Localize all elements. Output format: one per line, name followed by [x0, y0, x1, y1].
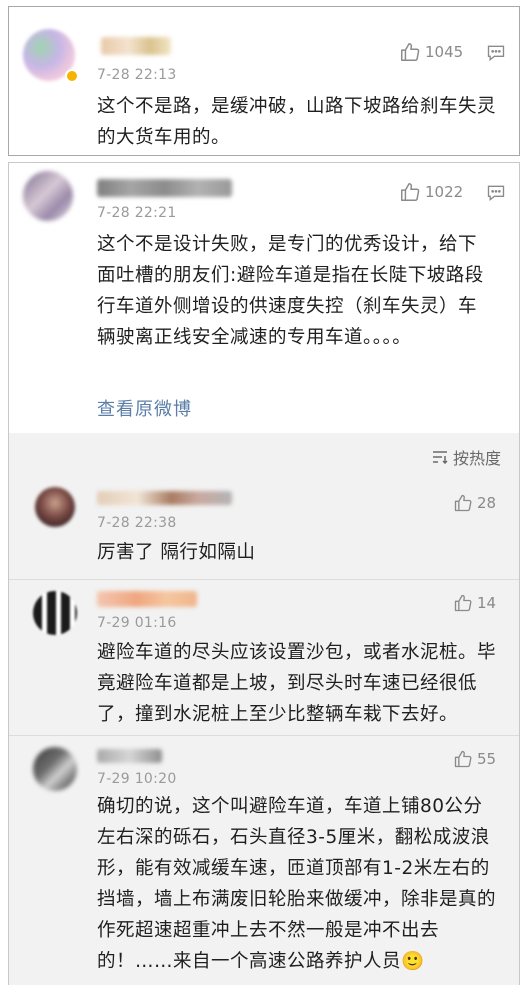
timestamp: 7-28 22:38: [97, 515, 177, 531]
sort-by-popularity[interactable]: 按热度: [432, 445, 501, 469]
thumbs-up-icon: [454, 494, 472, 512]
thumbs-up-icon: [401, 183, 420, 201]
comment-card-1: 7-28 22:13 1045 这个不是路，是缓冲破，山路下坡路给刹车失灵的大货…: [8, 6, 520, 156]
avatar[interactable]: [35, 487, 75, 527]
username-blurred[interactable]: [97, 179, 232, 197]
like-count: 55: [477, 750, 497, 768]
like-count: 14: [477, 594, 497, 612]
thumbs-up-icon: [401, 43, 420, 61]
avatar[interactable]: [33, 591, 77, 635]
reply-text: 避险车道的尽头应该设置沙包，或者水泥桩。毕竟避险车道都是上坡，到尽头时车速已经很…: [97, 642, 497, 725]
reply-icon[interactable]: [486, 43, 506, 63]
reply-icon[interactable]: [486, 183, 506, 203]
like-button[interactable]: 55: [453, 749, 496, 769]
comment-card-2: 7-28 22:21 1022 这个不是设计失败，是专门的优秀设计，给下面吐槽的…: [8, 162, 520, 985]
username-blurred[interactable]: [97, 491, 232, 505]
replies-section: 按热度 7-28 22:38 28 厉害了 隔行如隔山 7-29 01:16 1…: [9, 433, 519, 985]
username-blurred[interactable]: [101, 37, 171, 55]
thumbs-up-icon: [454, 750, 472, 768]
timestamp: 7-28 22:21: [97, 205, 177, 221]
sort-label: 按热度: [452, 449, 501, 468]
avatar[interactable]: [33, 747, 77, 791]
view-original-link[interactable]: 查看原微博: [97, 395, 192, 421]
like-button[interactable]: 14: [453, 593, 496, 613]
like-count: 28: [477, 494, 497, 512]
like-button[interactable]: 28: [453, 493, 496, 513]
like-button[interactable]: 1022: [399, 181, 463, 203]
like-count: 1022: [425, 183, 464, 201]
verified-badge: [65, 69, 79, 83]
thumbs-up-icon: [454, 594, 472, 612]
like-count: 1045: [425, 43, 464, 61]
divider: [9, 735, 519, 736]
timestamp: 7-28 22:13: [97, 67, 177, 83]
reply-text: 厉害了 隔行如隔山: [97, 542, 256, 563]
divider: [9, 579, 519, 580]
avatar[interactable]: [23, 171, 73, 221]
comment-text: 这个不是路，是缓冲破，山路下坡路给刹车失灵的大货车用的。: [97, 96, 497, 148]
username-blurred[interactable]: [97, 749, 162, 763]
username-blurred[interactable]: [97, 591, 197, 607]
timestamp: 7-29 01:16: [97, 615, 177, 631]
comment-text: 这个不是设计失败，是专门的优秀设计，给下面吐槽的朋友们:避险车道是指在长陡下坡路…: [97, 234, 484, 348]
sort-icon: [432, 451, 448, 464]
like-button[interactable]: 1045: [399, 41, 463, 63]
reply-text: 确切的说，这个叫避险车道，车道上铺80公分左右深的砾石，石头直径3-5厘米，翻松…: [97, 796, 497, 972]
timestamp: 7-29 10:20: [97, 771, 177, 787]
